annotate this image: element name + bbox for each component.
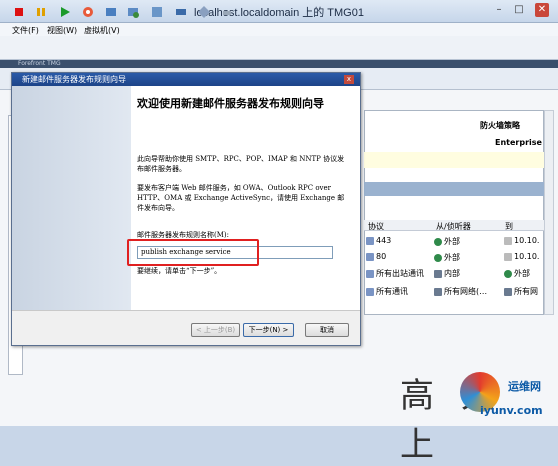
network-globe-icon xyxy=(434,253,442,262)
back-button[interactable]: < 上一步(B) xyxy=(191,323,240,337)
row-from: 内部 xyxy=(444,269,460,278)
web-publishing-note: 要发布客户端 Web 邮件服务，如 OWA、Outlook RPC over H… xyxy=(137,184,345,212)
next-button[interactable]: 下一步(N) > xyxy=(243,323,294,337)
watermark-url: iyunv.com xyxy=(480,404,543,417)
guest-titlebar xyxy=(0,60,558,68)
settings-icon[interactable] xyxy=(196,4,211,19)
row-to: 所有网 xyxy=(514,287,538,296)
row-protocol: 80 xyxy=(376,252,387,261)
continue-instruction: 要继续，请单击“下一步”。 xyxy=(137,267,222,275)
dialog-close-button[interactable]: x xyxy=(344,75,354,84)
manage-snapshots-icon[interactable] xyxy=(149,4,164,19)
protocol-icon xyxy=(366,269,374,278)
edition-label: Enterprise xyxy=(495,138,542,147)
table-row[interactable]: 80 外部 10.10. xyxy=(364,250,544,264)
column-to[interactable]: 到 xyxy=(505,221,513,232)
network-icon[interactable] xyxy=(173,4,188,19)
tab-band xyxy=(364,182,544,196)
close-button[interactable]: ✕ xyxy=(535,3,549,17)
row-from: 外部 xyxy=(444,253,460,262)
maximize-button[interactable]: □ xyxy=(512,3,526,17)
minimize-button[interactable]: – xyxy=(492,3,506,17)
protocol-icon xyxy=(366,236,374,245)
row-protocol: 443 xyxy=(376,236,392,245)
all-networks-icon xyxy=(434,287,442,296)
table-row[interactable]: 所有通讯 所有网络(… 所有网 xyxy=(364,284,544,298)
internal-network-icon xyxy=(434,269,442,278)
revert-icon[interactable] xyxy=(125,4,140,19)
reset-icon[interactable] xyxy=(80,4,95,19)
dialog-title: 新建邮件服务器发布规则向导 xyxy=(22,75,126,84)
row-to: 10.10. xyxy=(514,252,540,261)
info-band xyxy=(364,152,544,168)
network-globe-icon xyxy=(434,237,442,246)
menu-view[interactable]: 视图(W) xyxy=(47,25,77,36)
column-from[interactable]: 从/侦听器 xyxy=(436,221,471,232)
tools-icon[interactable] xyxy=(219,4,234,19)
wizard-side-banner xyxy=(12,86,131,310)
table-row[interactable]: 443 外部 10.10. xyxy=(364,234,544,248)
table-row[interactable]: 所有出站通讯 内部 外部 xyxy=(364,266,544,280)
computer-icon xyxy=(504,236,512,245)
description-text: 此向导帮助你使用 SMTP、RPC、POP、IMAP 和 NNTP 协议发布邮件… xyxy=(137,155,345,173)
menu-vm[interactable]: 虚拟机(V) xyxy=(84,25,120,36)
welcome-heading: 欢迎使用新建邮件服务器发布规则向导 xyxy=(137,97,324,110)
guest-title: Forefront TMG xyxy=(18,60,61,67)
menu-file[interactable]: 文件(F) xyxy=(12,25,39,36)
play-icon[interactable] xyxy=(57,4,72,19)
toolbar xyxy=(0,36,558,60)
protocol-icon xyxy=(366,252,374,261)
network-globe-icon xyxy=(504,269,512,278)
all-networks-icon xyxy=(504,287,512,296)
vertical-scrollbar[interactable] xyxy=(544,110,554,315)
computer-icon xyxy=(504,252,512,261)
watermark-brand: 运维网 xyxy=(508,380,541,393)
cancel-button[interactable]: 取消 xyxy=(305,323,349,337)
row-from: 外部 xyxy=(444,237,460,246)
panel-title: 防火墙策略 xyxy=(480,121,520,130)
row-to: 外部 xyxy=(514,269,530,278)
pause-icon[interactable] xyxy=(33,4,48,19)
dialog-separator xyxy=(12,310,360,311)
stop-icon[interactable] xyxy=(11,4,26,19)
highlight-annotation xyxy=(127,239,259,266)
column-protocol[interactable]: 协议 xyxy=(368,221,384,232)
row-protocol: 所有出站通讯 xyxy=(376,269,424,278)
row-from: 所有网络(… xyxy=(444,287,488,296)
snapshot-icon[interactable] xyxy=(103,4,118,19)
row-protocol: 所有通讯 xyxy=(376,287,408,296)
protocol-icon xyxy=(366,287,374,296)
row-to: 10.10. xyxy=(514,236,540,245)
